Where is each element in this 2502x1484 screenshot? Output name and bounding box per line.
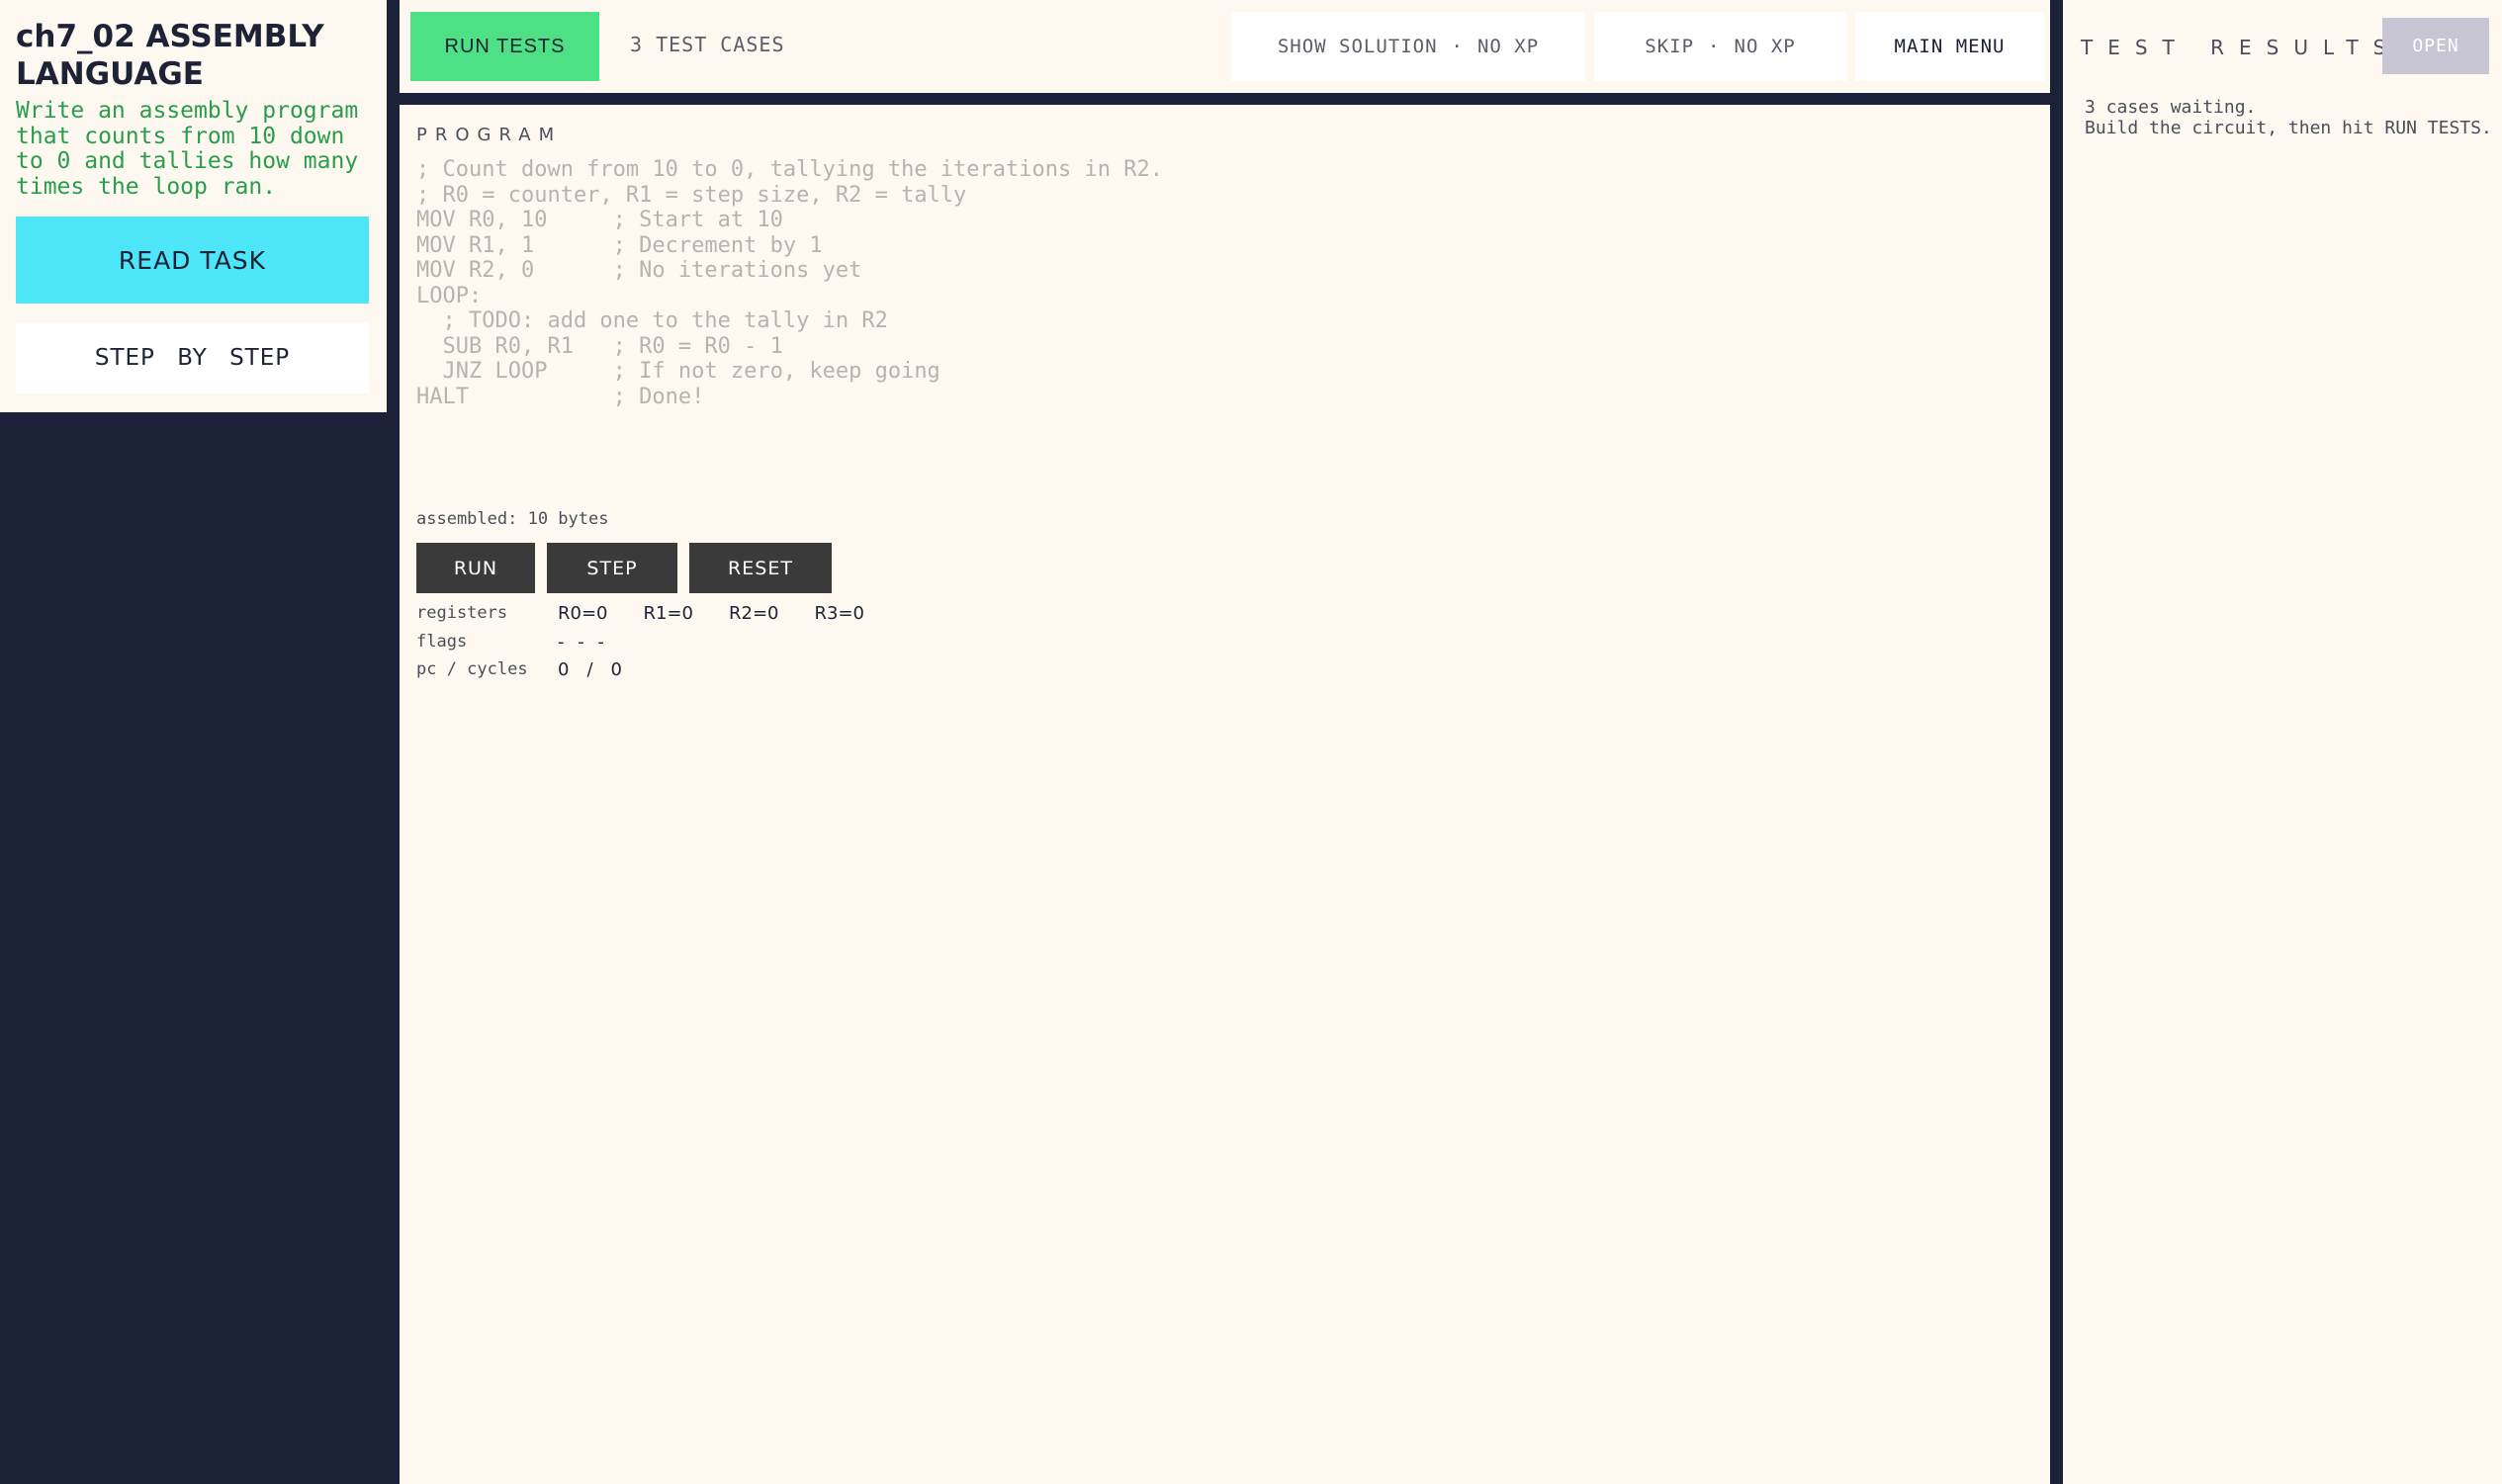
code-line: ; TODO: add one to the tally in R2 xyxy=(416,308,888,333)
step-by-step-button[interactable]: STEP BY STEP xyxy=(16,322,369,393)
task-chapter: ch7_02 xyxy=(16,19,135,54)
code-line: MOV R2, 0 ; No iterations yet xyxy=(416,258,862,283)
reset-button[interactable]: RESET xyxy=(689,543,832,593)
pc-cycles-value: 0 / 0 xyxy=(558,659,640,680)
registers-label: registers xyxy=(416,603,508,623)
show-solution-button[interactable]: SHOW SOLUTION · NO XP xyxy=(1231,12,1585,81)
skip-xp: NO XP xyxy=(1734,36,1796,57)
test-cases-count: 3 TEST CASES xyxy=(630,33,785,56)
read-task-button[interactable]: READ TASK xyxy=(16,217,369,304)
register-r2: R2=0 xyxy=(729,603,779,624)
code-line: ; R0 = counter, R1 = step size, R2 = tal… xyxy=(416,182,967,208)
program-label: PROGRAM xyxy=(416,125,563,145)
task-card: ch7_02 ASSEMBLY LANGUAGE Write an assemb… xyxy=(0,0,387,412)
code-line: MOV R1, 1 ; Decrement by 1 xyxy=(416,232,823,258)
skip-button[interactable]: SKIP · NO XP xyxy=(1594,12,1846,81)
cycles-value: 0 xyxy=(610,659,622,680)
run-button[interactable]: RUN xyxy=(416,543,535,593)
pc-cycles-label: pc / cycles xyxy=(416,659,528,679)
register-r0: R0=0 xyxy=(558,603,608,624)
register-r3: R3=0 xyxy=(814,603,865,624)
code-line: HALT ; Done! xyxy=(416,384,705,409)
open-button[interactable]: OPEN xyxy=(2382,18,2489,74)
test-results-panel: TEST RESULTS OPEN 3 cases waiting. Build… xyxy=(2063,0,2502,1484)
code-line: JNZ LOOP ; If not zero, keep going xyxy=(416,359,940,384)
skip-label: SKIP xyxy=(1645,36,1695,57)
test-results-label: TEST RESULTS xyxy=(2081,36,2401,59)
flags-row: flags - - - xyxy=(416,632,608,653)
register-r1: R1=0 xyxy=(643,603,694,624)
flags-label: flags xyxy=(416,632,468,652)
task-description: Write an assembly program that counts fr… xyxy=(16,98,359,200)
separator-dot: · xyxy=(1708,36,1721,57)
code-line: LOOP: xyxy=(416,283,483,308)
flags-value: - - - xyxy=(558,632,608,653)
code-line: ; Count down from 10 to 0, tallying the … xyxy=(416,157,1163,182)
results-message-line: Build the circuit, then hit RUN TESTS. xyxy=(2085,118,2492,138)
assembled-size: assembled: 10 bytes xyxy=(416,509,609,529)
separator-dot: · xyxy=(1451,36,1464,57)
pc-separator: / xyxy=(586,659,593,680)
results-message-line: 3 cases waiting. xyxy=(2085,97,2257,118)
show-solution-label: SHOW SOLUTION xyxy=(1277,36,1438,57)
main-menu-button[interactable]: MAIN MENU xyxy=(1855,12,2044,81)
step-button[interactable]: STEP xyxy=(547,543,677,593)
registers-row: registers R0=0 R1=0 R2=0 R3=0 xyxy=(416,603,900,624)
run-tests-button[interactable]: RUN TESTS xyxy=(410,12,599,81)
test-results-message: 3 cases waiting. Build the circuit, then… xyxy=(2085,97,2492,138)
code-line: SUB R0, R1 ; R0 = R0 - 1 xyxy=(416,333,783,359)
code-editor[interactable]: ; Count down from 10 to 0, tallying the … xyxy=(416,157,2033,409)
task-title: ch7_02 ASSEMBLY LANGUAGE xyxy=(16,18,371,93)
pc-value: 0 xyxy=(558,659,570,680)
top-bar: RUN TESTS 3 TEST CASES SHOW SOLUTION · NO … xyxy=(400,0,2050,93)
program-panel: PROGRAM ; Count down from 10 to 0, tally… xyxy=(400,105,2050,1484)
pc-cycles-row: pc / cycles 0 / 0 xyxy=(416,659,640,680)
code-line: MOV R0, 10 ; Start at 10 xyxy=(416,208,783,232)
show-solution-xp: NO XP xyxy=(1476,36,1540,57)
